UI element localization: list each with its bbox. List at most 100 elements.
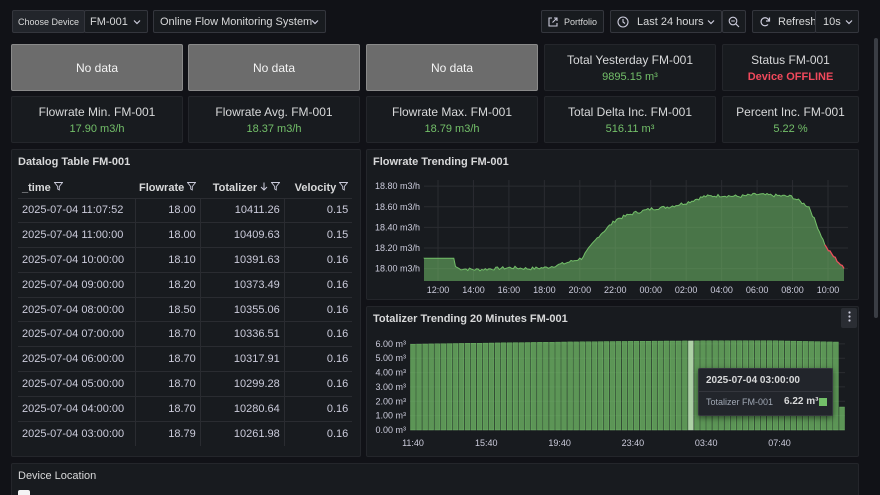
flowrate-min-panel: Flowrate Min. FM-001 17.90 m3/h — [11, 96, 183, 143]
portfolio-label: Portfolio — [564, 16, 598, 27]
x-tick-label: 15:40 — [475, 438, 498, 448]
cell-flowrate: 18.70 — [135, 395, 201, 422]
cell-flowrate: 18.00 — [135, 222, 201, 248]
tooltip-value: 6.22 m³ — [784, 396, 819, 407]
column-header-velocity[interactable]: Velocity — [284, 178, 352, 198]
totalizer-bar — [525, 342, 531, 431]
cell-flowrate: 18.70 — [135, 371, 201, 397]
table-row: 2025-07-04 10:00:00 18.10 10391.63 0.16 — [18, 247, 353, 273]
totalizer-bar — [446, 343, 453, 431]
stat-value: 18.79 m3/h — [424, 122, 480, 135]
totalizer-bar — [573, 341, 579, 431]
refresh-button[interactable]: Refresh — [752, 10, 817, 33]
totalizer-bar — [434, 343, 440, 431]
cell-flowrate: 18.70 — [135, 346, 201, 372]
cell-velocity: 0.15 — [284, 222, 353, 248]
y-tick-label: 6.00 m³ — [375, 339, 406, 349]
totalizer-bar — [621, 341, 628, 431]
totalizer-bar — [549, 342, 555, 431]
chevron-down-icon — [133, 18, 141, 26]
cell-velocity: 0.16 — [284, 420, 353, 446]
stat-value: 9895.15 m³ — [602, 70, 658, 83]
x-tick-label: 03:40 — [695, 438, 718, 448]
totalizer-bar — [422, 343, 428, 431]
chevron-down-icon — [311, 18, 319, 26]
cell-time: 2025-07-04 11:07:52 — [18, 197, 136, 223]
device-select[interactable]: FM-001 — [84, 10, 148, 33]
x-tick-label: 10:00 — [817, 285, 840, 295]
cell-totalizer: 10409.63 — [200, 222, 285, 248]
cell-velocity: 0.16 — [284, 247, 353, 273]
cell-totalizer: 10411.26 — [200, 197, 285, 223]
map-zoom-control[interactable] — [18, 490, 30, 495]
x-tick-label: 23:40 — [622, 438, 645, 448]
totalizer-bar — [488, 342, 495, 431]
cell-time: 2025-07-04 04:00:00 — [18, 395, 136, 422]
cell-time: 2025-07-04 03:00:00 — [18, 420, 136, 446]
cell-time: 2025-07-04 08:00:00 — [18, 296, 136, 322]
total-delta-panel: Total Delta Inc. FM-001 516.11 m³ — [544, 96, 716, 143]
totalizer-bar — [567, 341, 573, 431]
cell-velocity: 0.16 — [284, 296, 353, 322]
totalizer-bar — [512, 342, 519, 431]
cell-velocity: 0.16 — [284, 321, 353, 347]
device-location-panel: Device Location — [11, 463, 859, 495]
x-tick-label: 16:00 — [498, 285, 521, 295]
totalizer-bar — [561, 341, 567, 431]
refresh-interval-value: 10s — [823, 15, 841, 28]
cell-flowrate: 18.20 — [135, 271, 201, 298]
stat-title: Flowrate Avg. FM-001 — [215, 104, 333, 119]
totalizer-bar — [645, 341, 652, 431]
page-scrollbar[interactable] — [874, 38, 878, 318]
stat-title: Percent Inc. FM-001 — [736, 104, 845, 119]
y-tick-label: 2.00 m³ — [375, 396, 406, 406]
cell-totalizer: 10373.49 — [200, 271, 285, 298]
status-badge: Device OFFLINE — [747, 70, 834, 83]
totalizer-bar — [639, 341, 646, 431]
totalizer-bar — [537, 342, 543, 431]
column-header-totalizer[interactable]: Totalizer — [200, 178, 284, 198]
nodata-panel-3: No data — [366, 44, 538, 91]
nodata-text: No data — [430, 60, 474, 75]
filter-icon[interactable] — [186, 181, 197, 194]
filter-icon[interactable] — [270, 181, 281, 194]
cell-totalizer: 10261.98 — [200, 420, 285, 446]
chart-tooltip: 2025-07-04 03:00:00 Totalizer FM-001 6.2… — [698, 368, 833, 416]
time-range-picker[interactable]: Last 24 hours — [610, 10, 722, 33]
totalizer-bar — [500, 342, 507, 431]
y-tick-label: 18.20 m3/h — [375, 243, 420, 253]
portfolio-button[interactable]: Portfolio — [541, 10, 604, 33]
totalizer-bar — [416, 343, 422, 431]
cell-flowrate: 18.79 — [135, 420, 201, 446]
cell-totalizer: 10336.51 — [200, 321, 285, 347]
stat-title: Flowrate Min. FM-001 — [38, 104, 156, 119]
totalizer-bar — [482, 342, 489, 431]
flowrate-trend-panel: Flowrate Trending FM-001 18.00 m3/h 18.20… — [366, 149, 859, 300]
cell-velocity: 0.16 — [284, 371, 353, 397]
refresh-interval-select[interactable]: 10s — [815, 10, 859, 33]
totalizer-bar — [688, 340, 694, 431]
totalizer-bar — [506, 342, 513, 431]
y-tick-label: 0.00 m³ — [375, 425, 406, 435]
dashboard-select[interactable]: Online Flow Monitoring System — [153, 10, 326, 33]
nodata-panel-2: No data — [188, 44, 360, 91]
time-range-value: Last 24 hours — [637, 15, 704, 28]
zoom-out-button[interactable] — [722, 10, 746, 33]
filter-icon[interactable] — [53, 181, 64, 194]
totalizer-bar — [658, 340, 664, 431]
status-panel: Status FM-001 Device OFFLINE — [722, 44, 859, 91]
totalizer-bar — [494, 342, 501, 431]
column-header-time[interactable]: _time — [18, 178, 135, 198]
y-tick-label: 1.00 m³ — [375, 411, 406, 421]
totalizer-bar — [543, 342, 549, 431]
filter-icon[interactable] — [338, 181, 349, 194]
y-tick-label: 18.00 m3/h — [375, 264, 420, 274]
y-tick-label: 18.80 m3/h — [375, 181, 420, 191]
totalizer-bar — [519, 342, 525, 431]
table-row: 2025-07-04 06:00:00 18.70 10317.91 0.16 — [18, 346, 353, 372]
column-header-flowrate[interactable]: Flowrate — [135, 178, 200, 198]
totalizer-bar — [633, 341, 640, 431]
totalizer-trend-panel: Totalizer Trending 20 Minutes FM-001 0.0… — [366, 306, 859, 457]
cell-flowrate: 18.50 — [135, 296, 201, 322]
y-tick-label: 5.00 m³ — [375, 353, 406, 363]
